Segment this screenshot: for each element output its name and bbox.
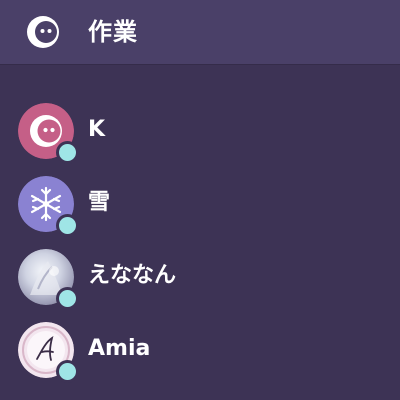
member-name: Amia <box>88 336 151 361</box>
member-item[interactable]: 雪 <box>0 169 400 239</box>
avatar[interactable] <box>18 176 79 237</box>
crescent-moon-face-icon <box>22 11 64 53</box>
avatar[interactable] <box>18 103 79 164</box>
channel-title: 作業 <box>88 18 138 46</box>
online-status-indicator <box>56 287 79 310</box>
member-item[interactable]: えななん <box>0 242 400 312</box>
online-status-indicator <box>56 360 79 383</box>
member-name: K <box>88 117 106 142</box>
channel-header[interactable]: 作業 <box>0 0 400 64</box>
member-name: 雪 <box>88 190 111 215</box>
avatar[interactable] <box>18 322 79 383</box>
voice-channel-panel: 作業 K 雪 えななん Amia <box>0 0 400 400</box>
online-status-indicator <box>56 141 79 164</box>
online-status-indicator <box>56 214 79 237</box>
member-item[interactable]: K <box>0 96 400 166</box>
avatar[interactable] <box>18 249 79 310</box>
member-name: えななん <box>88 263 177 288</box>
member-item[interactable]: Amia <box>0 315 400 385</box>
